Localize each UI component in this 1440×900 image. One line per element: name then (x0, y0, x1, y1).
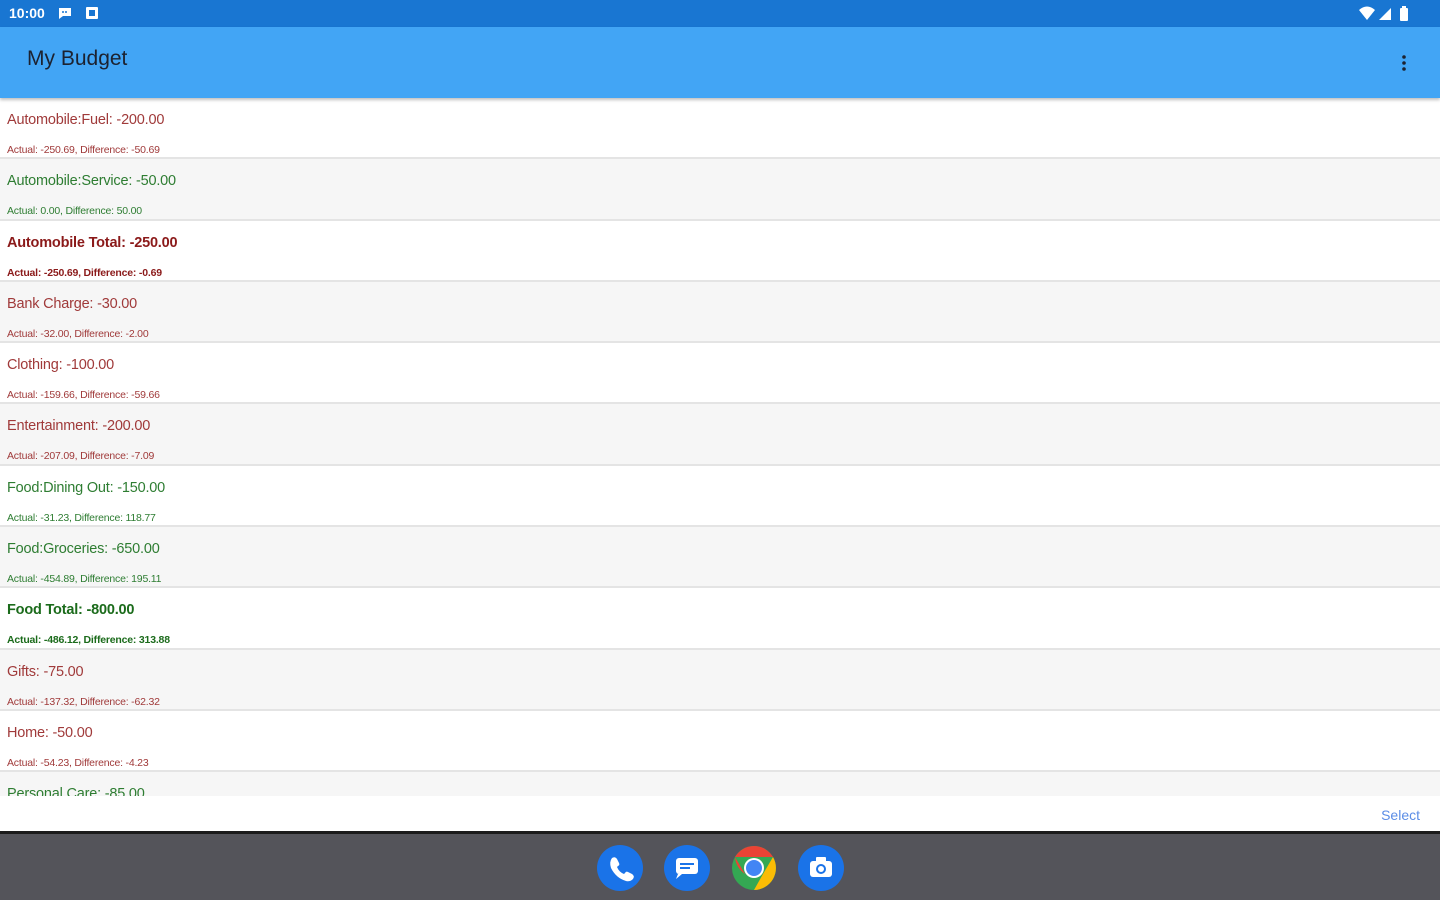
budget-detail: Actual: -54.23, Difference: -4.23 (7, 756, 149, 769)
budget-label: Food:Groceries: -650.00 (7, 541, 160, 558)
budget-row[interactable]: Bank Charge: -30.00 Actual: -32.00, Diffe… (0, 281, 1440, 344)
budget-list[interactable]: Automobile:Fuel: -200.00 Actual: -250.69,… (0, 98, 1440, 796)
budget-detail: Actual: -250.69, Difference: -0.69 (7, 266, 162, 279)
budget-detail: Actual: -137.32, Difference: -62.32 (7, 695, 160, 708)
budget-row[interactable]: Automobile:Service: -50.00 Actual: 0.00, … (0, 159, 1440, 221)
budget-row[interactable]: Food Total: -800.00 Actual: -486.12, Diff… (0, 588, 1440, 650)
budget-detail: Actual: 0.00, Difference: 50.00 (7, 205, 142, 218)
budget-label: Home: -50.00 (7, 724, 93, 741)
budget-detail: Actual: -31.23, Difference: 118.77 (7, 511, 156, 524)
budget-detail: Actual: -250.69, Difference: -50.69 (7, 144, 160, 156)
wifi-icon (1359, 6, 1375, 20)
navigation-bar (0, 834, 1440, 900)
budget-label: Food Total: -800.00 (7, 602, 135, 619)
budget-row[interactable]: Home: -50.00 Actual: -54.23, Difference: … (0, 711, 1440, 773)
budget-row[interactable]: Food:Groceries: -650.00 Actual: -454.89, … (0, 527, 1440, 589)
budget-row[interactable]: Personal Care: -85.00 (0, 772, 1440, 796)
budget-row[interactable]: Clothing: -100.00 Actual: -159.66, Differ… (0, 343, 1440, 405)
budget-detail: Actual: -207.09, Difference: -7.09 (7, 450, 155, 463)
budget-detail: Actual: -159.66, Difference: -59.66 (7, 389, 160, 402)
budget-label: Bank Charge: -30.00 (7, 295, 138, 312)
budget-label: Clothing: -100.00 (7, 357, 115, 374)
budget-label: Gifts: -75.00 (7, 663, 84, 680)
budget-row[interactable]: Automobile:Fuel: -200.00 Actual: -250.69,… (0, 98, 1440, 160)
phone-icon[interactable] (597, 845, 643, 891)
budget-row[interactable]: Food:Dining Out: -150.00 Actual: -31.23, … (0, 466, 1440, 528)
budget-label: Automobile Total: -250.00 (7, 234, 178, 251)
chat-notification-icon (59, 8, 71, 19)
camera-icon[interactable] (798, 845, 844, 891)
messages-icon[interactable] (664, 845, 710, 891)
bottom-bar: Select (0, 796, 1440, 832)
more-options-icon[interactable] (1392, 51, 1416, 75)
budget-row[interactable]: Automobile Total: -250.00 Actual: -250.69… (0, 221, 1440, 282)
select-button[interactable]: Select (1381, 807, 1420, 823)
budget-label: Automobile:Fuel: -200.00 (7, 112, 165, 128)
signal-icon (1379, 8, 1391, 20)
app-bar: My Budget (0, 27, 1440, 98)
status-bar: 10:00 (0, 0, 1440, 27)
budget-row[interactable]: Entertainment: -200.00 Actual: -207.09, D… (0, 404, 1440, 466)
budget-detail: Actual: -486.12, Difference: 313.88 (7, 634, 170, 647)
notification-icon (86, 7, 98, 19)
status-time: 10:00 (9, 5, 45, 21)
page-title: My Budget (27, 47, 128, 70)
budget-label: Personal Care: -85.00 (7, 786, 145, 796)
budget-label: Entertainment: -200.00 (7, 418, 151, 435)
budget-label: Food:Dining Out: -150.00 (7, 479, 166, 496)
battery-icon (1400, 6, 1408, 21)
budget-detail: Actual: -32.00, Difference: -2.00 (7, 327, 149, 340)
budget-label: Automobile:Service: -50.00 (7, 173, 176, 190)
budget-detail: Actual: -454.89, Difference: 195.11 (7, 573, 162, 586)
budget-row[interactable]: Gifts: -75.00 Actual: -137.32, Difference… (0, 649, 1440, 711)
chrome-icon[interactable] (731, 845, 777, 891)
